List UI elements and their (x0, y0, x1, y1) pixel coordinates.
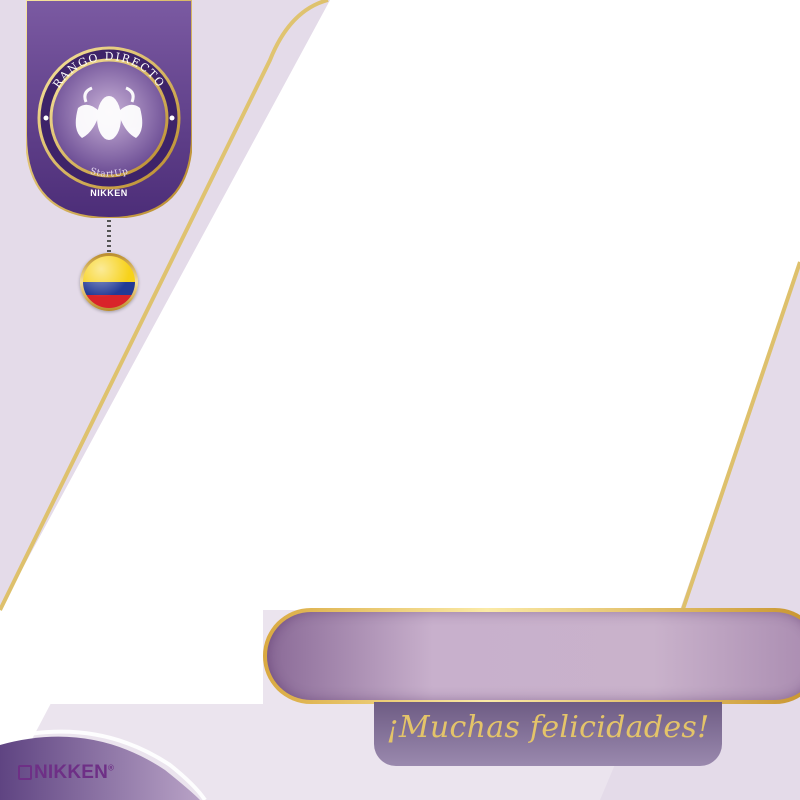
registered-mark: ® (108, 763, 115, 773)
connector-dots (107, 220, 111, 254)
congrats-banner: ¡Muchas felicidades! (374, 702, 722, 766)
country-flag (80, 253, 138, 311)
congrats-text: ¡Muchas felicidades! (386, 710, 710, 745)
name-bar[interactable] (263, 608, 800, 704)
nikken-logo-icon (18, 765, 32, 780)
footer-brand-text: NIKKEN (34, 762, 109, 783)
footer-logo: NIKKEN® (18, 762, 114, 784)
badge-brand: NIKKEN (90, 188, 128, 198)
